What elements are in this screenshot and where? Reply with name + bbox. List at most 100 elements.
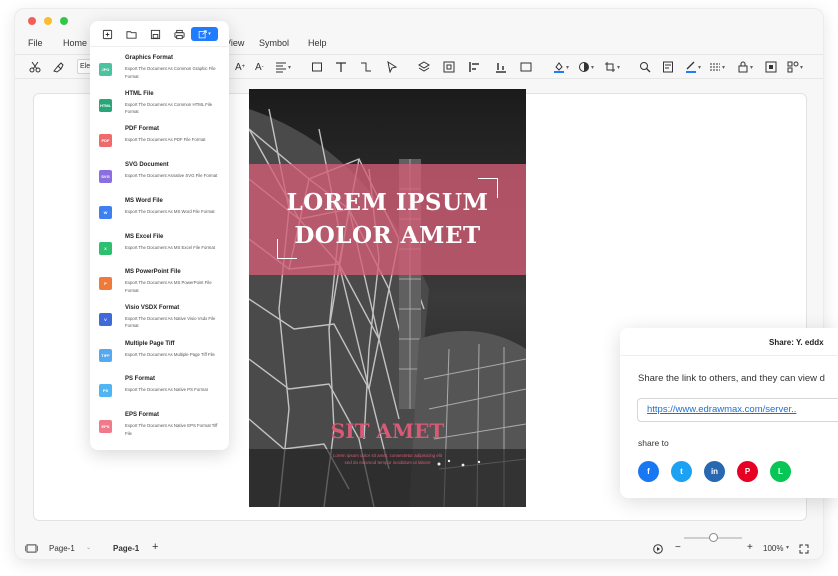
- export-item[interactable]: SVG SVG Document Export The Document Asnat…: [90, 162, 229, 196]
- save-icon[interactable]: [149, 28, 161, 40]
- format-painter-icon[interactable]: [52, 60, 64, 74]
- export-item-description: Export The Document As MS PowerPoint Fil…: [125, 280, 212, 293]
- poster-image[interactable]: LOREM IPSUM DOLOR AMET SIT AMET Lorem ip…: [249, 89, 526, 507]
- share-to-label: share to: [638, 438, 669, 448]
- increase-font-icon[interactable]: A +: [235, 60, 245, 74]
- export-item[interactable]: JPG Graphics Format Export The Document As…: [90, 55, 229, 89]
- line-style-icon[interactable]: ▾: [709, 60, 725, 74]
- search-icon[interactable]: [639, 60, 651, 74]
- export-item-title: PS Format: [125, 376, 156, 383]
- image-icon[interactable]: [520, 60, 532, 74]
- open-folder-icon[interactable]: [125, 28, 137, 40]
- export-item-title: Visio VSDX Format: [125, 304, 180, 311]
- export-item[interactable]: PS PS Format Export The Document As Native…: [90, 376, 229, 410]
- share-link-field[interactable]: https://www.edrawmax.com/server..: [637, 398, 838, 422]
- export-item-description: Export The Document As MS Word File Form…: [125, 208, 215, 214]
- zoom-level[interactable]: 100%: [763, 544, 783, 553]
- fill-color-icon[interactable]: ▾: [553, 60, 569, 74]
- distribute-icon[interactable]: [495, 60, 507, 74]
- export-format-icon: JPG: [99, 63, 112, 76]
- export-format-icon: V: [99, 312, 112, 326]
- export-item[interactable]: PDF PDF Format Export The Document As PDF …: [90, 126, 229, 160]
- menu-file[interactable]: File: [28, 38, 43, 48]
- pointer-icon[interactable]: [386, 60, 398, 74]
- page-select[interactable]: Page-1: [49, 544, 75, 553]
- poster-title-line-1: LOREM IPSUM: [286, 189, 489, 216]
- export-format-icon: TIFF: [99, 348, 112, 362]
- cut-icon[interactable]: [29, 60, 41, 74]
- page-layout-icon[interactable]: [25, 544, 38, 553]
- more-tools-icon[interactable]: ▾: [787, 60, 803, 74]
- export-item[interactable]: W MS Word File Export The Document As MS W…: [90, 198, 229, 232]
- fullscreen-icon[interactable]: [799, 544, 809, 554]
- export-format-icon: PDF: [99, 134, 112, 148]
- connector-icon[interactable]: [360, 60, 372, 74]
- print-icon[interactable]: [173, 28, 185, 40]
- share-title: Share: Y. eddx: [769, 338, 824, 347]
- poster-title-line-2: DOLOR AMET: [294, 222, 481, 249]
- share-description: Share the link to others, and they can v…: [638, 373, 825, 384]
- twitter-icon[interactable]: t: [671, 461, 692, 482]
- export-item-title: Graphics Format: [125, 55, 174, 61]
- export-item-description: Export The Document As Common Graphic Fi…: [125, 66, 216, 79]
- export-item-description: Export The Document As PDF File Format: [125, 137, 206, 143]
- zoom-slider-thumb[interactable]: [709, 533, 718, 542]
- lock-icon[interactable]: ▾: [737, 60, 753, 74]
- close-window-button[interactable]: [28, 17, 36, 25]
- shadow-icon[interactable]: ▾: [578, 60, 594, 74]
- text-tool-icon[interactable]: [335, 60, 347, 74]
- chevron-down-icon[interactable]: ⌄: [86, 544, 91, 551]
- decrease-font-icon[interactable]: A-: [255, 60, 264, 74]
- export-item-description: Export The Document As Common HTML File …: [125, 101, 213, 115]
- play-icon[interactable]: [653, 544, 663, 554]
- rectangle-icon[interactable]: [311, 60, 323, 74]
- export-item-description: Export The Document As Native PS Format: [125, 387, 208, 393]
- pinterest-icon[interactable]: P: [737, 461, 758, 482]
- export-item[interactable]: V Visio VSDX Format Export The Document As…: [90, 305, 229, 339]
- linkedin-icon[interactable]: in: [704, 461, 725, 482]
- zoom-chevron-icon[interactable]: ▾: [786, 544, 789, 551]
- export-toolbar: ▾: [90, 21, 229, 47]
- share-panel: Share: Y. eddx Share the link to others,…: [620, 328, 838, 498]
- frame-icon[interactable]: [765, 60, 777, 74]
- export-item[interactable]: HTML HTML File Export The Document As Comm…: [90, 91, 229, 125]
- export-format-icon: EPS: [99, 420, 112, 433]
- status-bar: Page-1 ⌄ Page-1 + − + 100% ▾: [15, 537, 823, 559]
- export-format-icon: W: [99, 205, 112, 219]
- export-button[interactable]: ▾: [191, 27, 218, 41]
- export-item[interactable]: X MS Excel File Export The Document As MS …: [90, 234, 229, 268]
- menu-help[interactable]: Help: [308, 38, 327, 48]
- minimize-window-button[interactable]: [44, 17, 52, 25]
- add-page-button[interactable]: +: [152, 541, 158, 553]
- export-format-icon: X: [99, 241, 112, 255]
- menu-home[interactable]: Home: [63, 38, 87, 48]
- layers-icon[interactable]: [418, 60, 430, 74]
- building-photo: [249, 89, 526, 507]
- new-file-icon[interactable]: [101, 28, 113, 40]
- crop-icon[interactable]: ▾: [604, 60, 620, 74]
- export-item-title: MS PowerPoint File: [125, 269, 181, 276]
- poster-subtitle: SIT AMET: [330, 419, 445, 443]
- export-item[interactable]: EPS EPS Format Export The Document As Nati…: [90, 412, 229, 446]
- align-text-icon[interactable]: ▾: [275, 60, 291, 74]
- line-color-icon[interactable]: ▾: [685, 60, 701, 74]
- export-item-description: Export The Document As Multiple Page Tif…: [125, 351, 215, 357]
- note-icon[interactable]: [662, 60, 674, 74]
- export-item-description: Export The Document As Native EPS Format…: [125, 423, 218, 436]
- align-left-icon[interactable]: [469, 60, 481, 74]
- group-icon[interactable]: [443, 60, 455, 74]
- line-icon[interactable]: L: [770, 461, 791, 482]
- export-item-title: PDF Format: [125, 126, 160, 133]
- export-item-description: Export The Document Asnative SVG File Fo…: [125, 173, 218, 179]
- maximize-window-button[interactable]: [60, 17, 68, 25]
- page-tab[interactable]: Page-1: [113, 544, 139, 553]
- menu-symbol[interactable]: Symbol: [259, 38, 289, 48]
- export-item[interactable]: P MS PowerPoint File Export The Document A…: [90, 269, 229, 303]
- export-panel: ▾ JPG Graphics Format Export The Document …: [90, 21, 229, 450]
- zoom-out-button[interactable]: −: [675, 542, 681, 553]
- export-item[interactable]: TIFF Multiple Page Tiff Export The Documen…: [90, 341, 229, 375]
- share-header: Share: Y. eddx: [620, 328, 838, 356]
- zoom-in-button[interactable]: +: [747, 542, 753, 553]
- export-item-title: SVG Document: [125, 162, 169, 169]
- facebook-icon[interactable]: f: [638, 461, 659, 482]
